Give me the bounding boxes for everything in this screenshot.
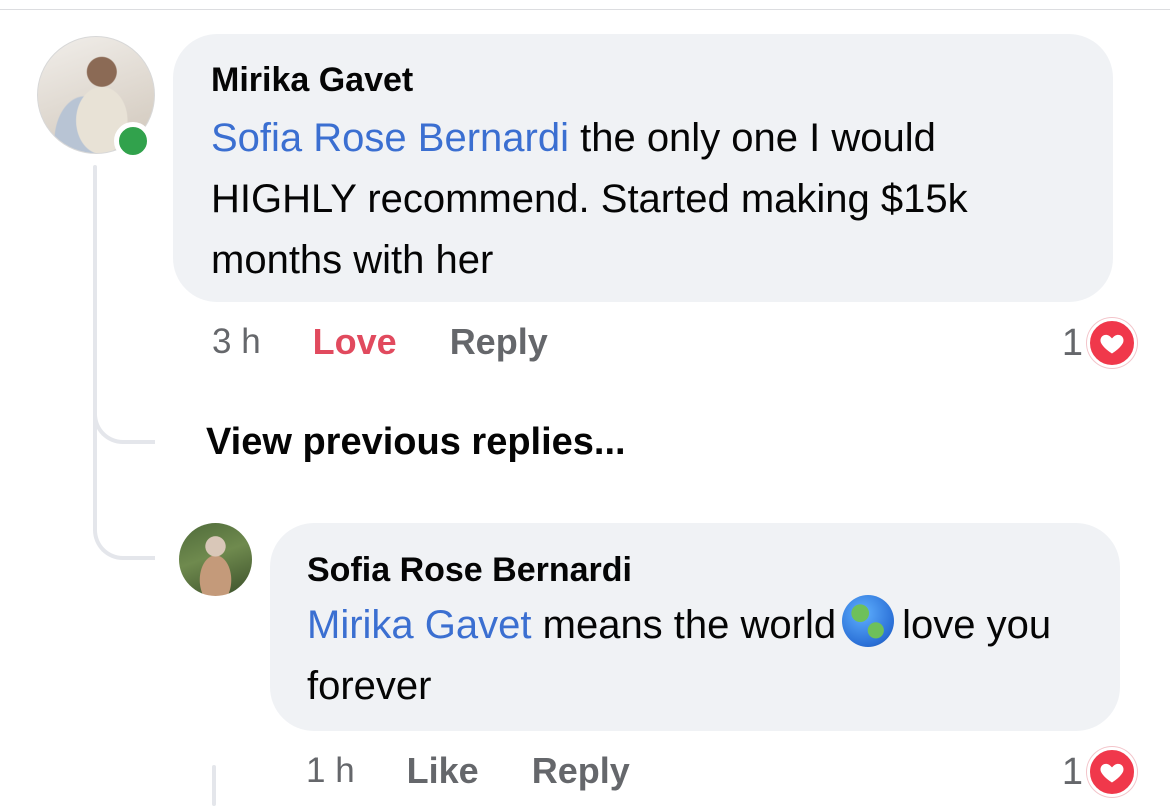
comment-bubble: Mirika Gavet Sofia Rose Bernardi the onl… (173, 34, 1113, 302)
globe-americas-icon (842, 595, 895, 647)
thread-connector-curve (93, 520, 155, 560)
reply-bubble: Sofia Rose Bernardi Mirika Gavet means t… (270, 523, 1120, 731)
reply-text: Mirika Gavet means the world love you for… (307, 595, 1084, 717)
mention-link[interactable]: Sofia Rose Bernardi (211, 116, 569, 160)
view-previous-replies-link[interactable]: View previous replies... (206, 421, 626, 464)
heart-icon (1087, 747, 1137, 797)
reply-button[interactable]: Reply (450, 321, 548, 363)
avatar-sofia-rose-bernardi[interactable] (179, 523, 252, 596)
comment-author[interactable]: Mirika Gavet (211, 60, 1077, 100)
reply-button[interactable]: Reply (532, 750, 630, 792)
thread-connector-curve (93, 404, 155, 444)
reply-author[interactable]: Sofia Rose Bernardi (307, 550, 1084, 590)
reaction-summary[interactable]: 1 (1062, 318, 1137, 368)
mention-link[interactable]: Mirika Gavet (307, 603, 532, 647)
thread-connector-line (93, 165, 97, 525)
top-divider (0, 9, 1170, 10)
comment-actions: 3 h Love Reply (212, 321, 601, 363)
thread-connector-line (212, 765, 216, 806)
reply-timestamp[interactable]: 1 h (306, 751, 355, 791)
reaction-count: 1 (1061, 321, 1083, 364)
love-button[interactable]: Love (313, 321, 397, 363)
reply-body-part-1: means the world (542, 603, 837, 647)
reaction-count: 1 (1061, 750, 1083, 793)
comment-thread: Mirika Gavet Sofia Rose Bernardi the onl… (0, 0, 1170, 806)
like-button[interactable]: Like (407, 750, 479, 792)
heart-icon (1087, 318, 1137, 368)
online-status-indicator (114, 122, 152, 160)
reaction-summary[interactable]: 1 (1062, 747, 1137, 797)
comment-timestamp[interactable]: 3 h (212, 322, 261, 362)
reply-actions: 1 h Like Reply (306, 750, 683, 792)
comment-text: Sofia Rose Bernardi the only one I would… (211, 108, 1077, 291)
